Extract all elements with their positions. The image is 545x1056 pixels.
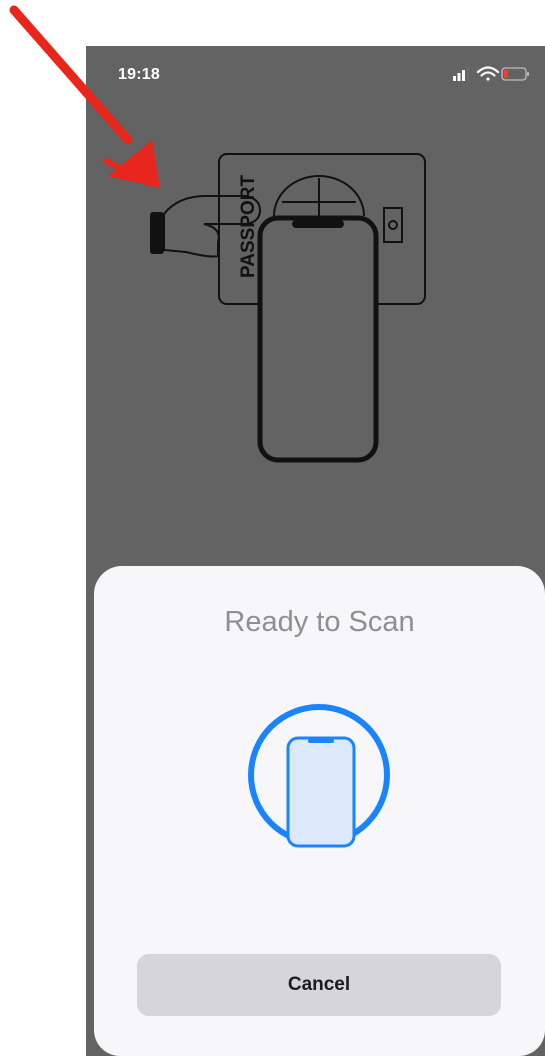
passport-label: PASSPORT: [238, 174, 259, 278]
phone-scan-icon: [248, 704, 390, 848]
scan-sheet: Ready to Scan Cancel: [94, 566, 545, 1056]
phone-outline-icon: [257, 215, 379, 463]
red-arrow-icon: [9, 5, 160, 188]
cancel-button[interactable]: Cancel: [137, 954, 501, 1016]
sheet-title: Ready to Scan: [224, 606, 415, 638]
